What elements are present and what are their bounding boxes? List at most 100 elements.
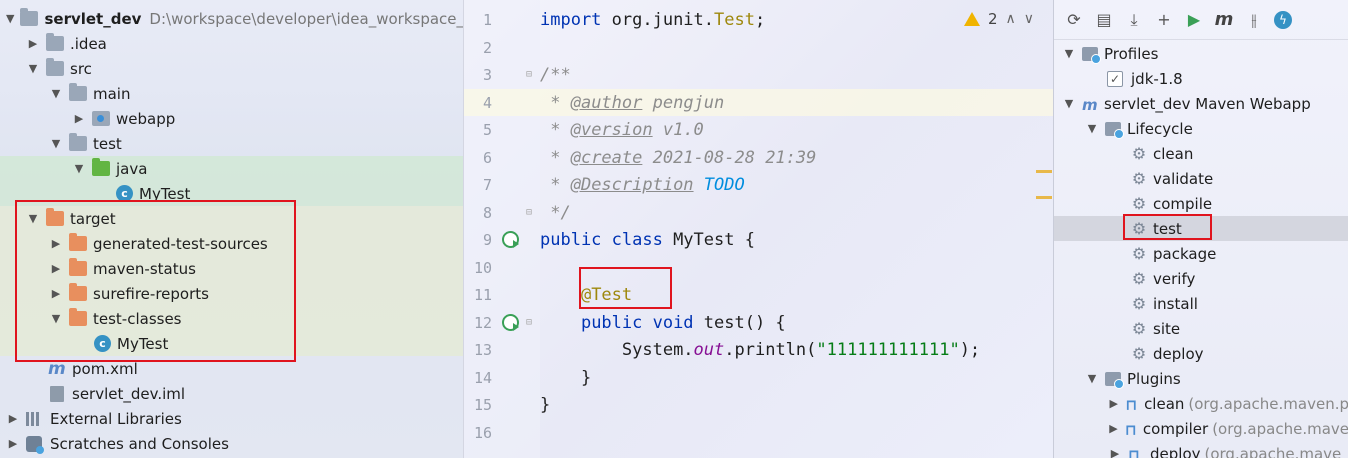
add-icon[interactable]: + [1154,10,1174,30]
module-file-icon [50,385,64,402]
code-editor[interactable]: 2 ∧ ∨ 1 import org.junit. Test; 2 3 ⊟ /**… [463,0,1054,458]
java-class-icon: c [116,185,133,202]
tree-row-maven-status[interactable]: ▶ maven-status [0,256,463,281]
chevron-down-icon[interactable]: ▼ [1085,122,1099,136]
maven-row-profiles[interactable]: ▼ Profiles [1054,41,1348,66]
chevron-right-icon[interactable]: ▶ [1108,422,1119,436]
maven-plugin-clean[interactable]: ▶ ⊓ clean (org.apache.maven.p [1054,391,1348,416]
tree-row-mytest-class[interactable]: c MyTest [0,331,463,356]
tree-label: src [70,59,92,78]
tree-label: surefire-reports [93,284,209,303]
chevron-right-icon[interactable]: ▶ [6,412,20,426]
fold-icon[interactable]: ⊟ [526,207,535,218]
reload-icon[interactable]: ⟳ [1064,10,1084,30]
chevron-down-icon[interactable]: ▼ [49,312,63,326]
line-number: 9 [482,230,492,249]
tree-row-webapp[interactable]: ▶ webapp [0,106,463,131]
run-test-icon[interactable] [502,314,519,331]
gear-icon: ⚙ [1131,319,1147,338]
tree-row-mytest-source[interactable]: c MyTest [0,181,463,206]
tree-row-scratches[interactable]: ▶ Scratches and Consoles [0,431,463,456]
tree-row-idea[interactable]: ▶ .idea [0,31,463,56]
fold-icon[interactable]: ⊟ [526,69,535,80]
maven-row-lifecycle[interactable]: ▼ Lifecycle [1054,116,1348,141]
maven-goal-deploy[interactable]: ⚙ deploy [1054,341,1348,366]
maven-goal-package[interactable]: ⚙ package [1054,241,1348,266]
tree-row-target[interactable]: ▼ target [0,206,463,231]
tree-label: pom.xml [72,359,138,378]
maven-label: clean [1144,394,1185,413]
chevron-right-icon[interactable]: ▶ [26,37,40,51]
tree-row-test[interactable]: ▼ test [0,131,463,156]
maven-goal-clean[interactable]: ⚙ clean [1054,141,1348,166]
chevron-right-icon[interactable]: ▶ [6,437,20,451]
code-token: * [540,147,571,168]
code-token: test() { [693,312,786,333]
run-test-icon[interactable] [502,231,519,248]
chevron-down-icon[interactable]: ▼ [49,87,63,101]
maven-goal-install[interactable]: ⚙ install [1054,291,1348,316]
line-number: 6 [482,148,492,167]
chevron-right-icon[interactable]: ▶ [1108,447,1122,458]
maven-row-project[interactable]: ▼ m servlet_dev Maven Webapp [1054,91,1348,116]
chevron-down-icon[interactable]: ▼ [49,137,63,151]
code-token: @author [570,92,643,113]
maven-goal-site[interactable]: ⚙ site [1054,316,1348,341]
chevron-right-icon[interactable]: ▶ [49,287,63,301]
folder-icon [69,133,87,151]
chevron-down-icon[interactable]: ▼ [72,162,86,176]
tree-row-src[interactable]: ▼ src [0,56,463,81]
generate-sources-icon[interactable]: ▤ [1094,10,1114,30]
chevron-right-icon[interactable]: ▶ [49,262,63,276]
code-token: MyTest { [662,229,755,250]
chevron-right-icon[interactable]: ▶ [1108,397,1119,411]
excluded-folder-icon [69,308,87,326]
chevron-down-icon[interactable]: ▼ [26,62,40,76]
maven-label: install [1153,294,1198,313]
chevron-right-icon[interactable]: ▶ [49,237,63,251]
chevron-down-icon[interactable]: ▼ [1085,372,1099,386]
warning-stripe-marker[interactable] [1036,196,1052,199]
checkbox-checked-icon[interactable]: ✓ [1107,70,1123,87]
tree-row-root[interactable]: ▼ servlet_dev D:\workspace\developer\ide… [0,6,463,31]
warning-stripe-marker[interactable] [1036,170,1052,173]
code-token: /** [540,64,571,85]
maven-label: Lifecycle [1127,119,1193,138]
maven-goal-test[interactable]: ⚙ test [1054,216,1348,241]
tree-row-pom[interactable]: m pom.xml [0,356,463,381]
code-line: 3 ⊟ /** [464,61,1054,88]
fold-icon[interactable]: ⊟ [526,317,535,328]
execute-goal-icon[interactable]: m [1214,9,1234,30]
run-icon[interactable]: ▶ [1184,10,1204,30]
chevron-down-icon[interactable]: ▼ [6,12,14,26]
tree-row-main[interactable]: ▼ main [0,81,463,106]
tree-row-external-libraries[interactable]: ▶ External Libraries [0,406,463,431]
line-number: 2 [482,38,492,57]
maven-row-plugins[interactable]: ▼ Plugins [1054,366,1348,391]
tree-row-surefire-reports[interactable]: ▶ surefire-reports [0,281,463,306]
skip-tests-icon[interactable]: ⫲ [1244,10,1264,30]
maven-row-profile-jdk[interactable]: ✓ jdk-1.8 [1054,66,1348,91]
plugin-group: (org.apache.mave [1212,419,1348,438]
chevron-down-icon[interactable]: ▼ [26,212,40,226]
chevron-down-icon[interactable]: ▼ [1062,47,1076,61]
code-line: 15 } [464,391,1054,418]
tree-row-iml[interactable]: servlet_dev.iml [0,381,463,406]
tree-row-generated-test-sources[interactable]: ▶ generated-test-sources [0,231,463,256]
code-token: org.junit. [601,9,715,30]
code-token: public void [580,312,694,333]
maven-plugin-deploy[interactable]: ▶ ⊓ deploy (org.apache.mave [1054,441,1348,458]
tree-row-java[interactable]: ▼ java [0,156,463,181]
tree-label: generated-test-sources [93,234,268,253]
tree-label: Scratches and Consoles [50,434,229,453]
scratches-icon [26,435,44,454]
maven-plugin-compiler[interactable]: ▶ ⊓ compiler (org.apache.mave [1054,416,1348,441]
maven-goal-compile[interactable]: ⚙ compile [1054,191,1348,216]
maven-goal-validate[interactable]: ⚙ validate [1054,166,1348,191]
download-icon[interactable]: ⤓ [1124,10,1144,30]
chevron-right-icon[interactable]: ▶ [72,112,86,126]
offline-mode-icon[interactable]: ϟ [1274,10,1292,29]
chevron-down-icon[interactable]: ▼ [1062,97,1076,111]
tree-row-test-classes[interactable]: ▼ test-classes [0,306,463,331]
maven-goal-verify[interactable]: ⚙ verify [1054,266,1348,291]
